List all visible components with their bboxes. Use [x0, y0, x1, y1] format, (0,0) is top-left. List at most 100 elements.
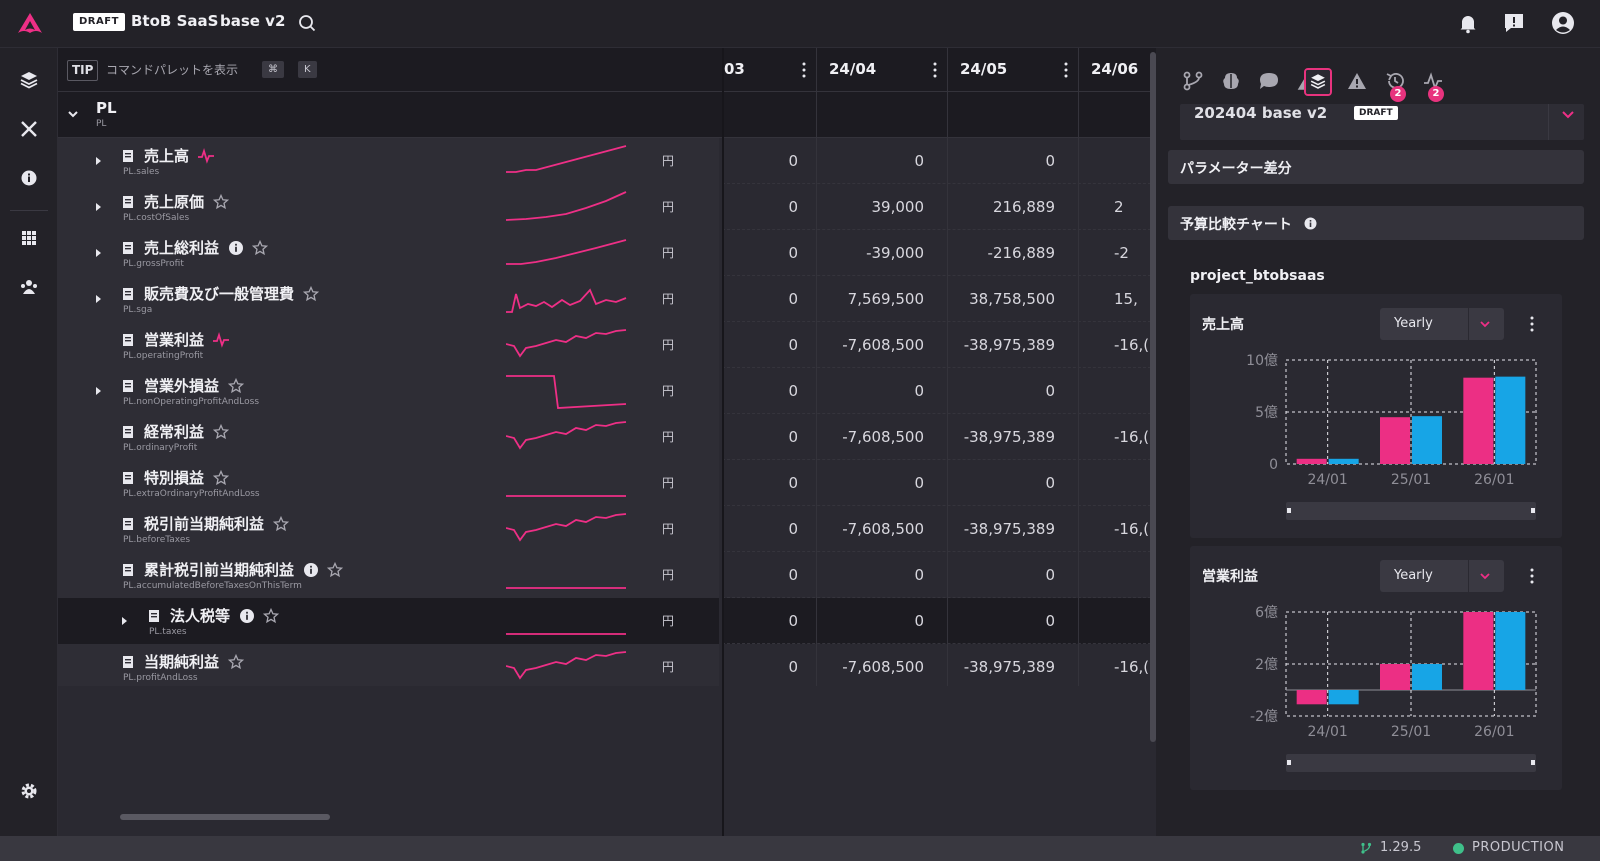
table-cell[interactable]: -38,975,389: [964, 428, 1055, 446]
table-cell[interactable]: -16,(: [1114, 520, 1149, 538]
table-cell[interactable]: -16,(: [1114, 336, 1149, 354]
table-cell[interactable]: 0: [914, 612, 924, 630]
table-cell[interactable]: 0: [788, 336, 798, 354]
star-icon[interactable]: [327, 562, 343, 578]
row-header[interactable]: 累計税引前当期純利益 PL.accumulatedBeforeTaxesOnThi…: [58, 552, 719, 598]
expand-caret-icon[interactable]: [120, 616, 128, 626]
period-select[interactable]: Yearly: [1380, 308, 1504, 340]
pulse-icon[interactable]: [198, 148, 214, 164]
table-cell[interactable]: 2: [1114, 198, 1124, 216]
table-cell[interactable]: 7,569,500: [848, 290, 924, 308]
more-vertical-icon[interactable]: [1530, 316, 1534, 332]
table-cell[interactable]: -216,889: [988, 244, 1055, 262]
table-cell[interactable]: 0: [1045, 382, 1055, 400]
expand-caret-icon[interactable]: [94, 294, 102, 304]
info-icon[interactable]: [239, 608, 255, 624]
star-icon[interactable]: [213, 194, 229, 210]
row-header[interactable]: 税引前当期純利益 PL.beforeTaxes 円: [58, 506, 719, 552]
more-vertical-icon[interactable]: [933, 62, 937, 78]
table-cell[interactable]: -2: [1114, 244, 1129, 262]
expand-caret-icon[interactable]: [94, 386, 102, 396]
row-header[interactable]: 売上原価 PL.costOfSales 円: [58, 184, 719, 230]
row-header[interactable]: 経常利益 PL.ordinaryProfit 円: [58, 414, 719, 460]
frozen-pane-divider[interactable]: [722, 48, 724, 836]
tools-icon[interactable]: [19, 119, 39, 139]
table-row[interactable]: 税引前当期純利益 PL.beforeTaxes 円 0 -7,608,500 -38,97…: [58, 506, 1156, 552]
layers-icon[interactable]: [19, 70, 39, 90]
brain-icon[interactable]: [1220, 70, 1242, 92]
search-icon[interactable]: [298, 14, 316, 32]
table-cell[interactable]: 0: [914, 566, 924, 584]
account-icon[interactable]: [1551, 11, 1575, 35]
bell-icon[interactable]: [1456, 11, 1480, 35]
table-cell[interactable]: -16,(: [1114, 658, 1149, 676]
column-header[interactable]: 24/06: [1078, 48, 1156, 92]
table-row[interactable]: 売上原価 PL.costOfSales 円 0 39,000 216,889 2: [58, 184, 1156, 230]
table-cell[interactable]: 0: [788, 520, 798, 538]
budget-chart-section[interactable]: 予算比較チャート: [1168, 206, 1584, 240]
info-icon[interactable]: [303, 562, 319, 578]
period-select[interactable]: Yearly: [1380, 560, 1504, 592]
star-icon[interactable]: [213, 470, 229, 486]
group-row-pl[interactable]: PL PL: [58, 92, 1156, 138]
table-cell[interactable]: 0: [914, 152, 924, 170]
expand-caret-icon[interactable]: [94, 156, 102, 166]
row-header[interactable]: 当期純利益 PL.profitAndLoss 円: [58, 644, 719, 690]
row-header[interactable]: 販売費及び一般管理費 PL.sga 円: [58, 276, 719, 322]
info-icon[interactable]: [1304, 217, 1317, 230]
table-row[interactable]: 売上高 PL.sales 円 0 0 0: [58, 138, 1156, 184]
table-row[interactable]: 販売費及び一般管理費 PL.sga 円 0 7,569,500 38,758,500 15,: [58, 276, 1156, 322]
table-row[interactable]: 営業外損益 PL.nonOperatingProfitAndLoss 円 0 0 0: [58, 368, 1156, 414]
table-cell[interactable]: -7,608,500: [842, 336, 924, 354]
table-cell[interactable]: 216,889: [993, 198, 1055, 216]
grid-icon[interactable]: [19, 228, 39, 248]
table-cell[interactable]: 0: [788, 658, 798, 676]
table-row[interactable]: 営業利益 PL.operatingProfit 円 0 -7,608,500 -38,97…: [58, 322, 1156, 368]
more-vertical-icon[interactable]: [1064, 62, 1068, 78]
table-cell[interactable]: 0: [788, 428, 798, 446]
table-cell[interactable]: 15,: [1114, 290, 1138, 308]
chevron-down-icon[interactable]: [1562, 110, 1574, 120]
more-vertical-icon[interactable]: [802, 62, 806, 78]
table-cell[interactable]: 0: [914, 474, 924, 492]
table-cell[interactable]: 39,000: [872, 198, 925, 216]
table-row[interactable]: 当期純利益 PL.profitAndLoss 円 0 -7,608,500 -38,975…: [58, 644, 1156, 690]
table-cell[interactable]: 0: [788, 474, 798, 492]
table-cell[interactable]: -38,975,389: [964, 658, 1055, 676]
star-icon[interactable]: [213, 424, 229, 440]
table-cell[interactable]: 0: [1045, 152, 1055, 170]
expand-caret-icon[interactable]: [94, 202, 102, 212]
project-title[interactable]: BtoB SaaS: [131, 12, 218, 30]
info-icon[interactable]: [19, 168, 39, 188]
column-header[interactable]: 24/04: [816, 48, 947, 92]
column-header[interactable]: 24/05: [947, 48, 1078, 92]
table-cell[interactable]: 0: [788, 244, 798, 262]
table-cell[interactable]: -38,975,389: [964, 520, 1055, 538]
table-cell[interactable]: 0: [1045, 612, 1055, 630]
star-icon[interactable]: [228, 654, 244, 670]
table-row[interactable]: 経常利益 PL.ordinaryProfit 円 0 -7,608,500 -38,975…: [58, 414, 1156, 460]
table-cell[interactable]: -38,975,389: [964, 336, 1055, 354]
feedback-icon[interactable]: [1502, 11, 1526, 35]
table-cell[interactable]: -39,000: [866, 244, 924, 262]
row-header[interactable]: 売上総利益 PL.grossProfit 円: [58, 230, 719, 276]
table-cell[interactable]: 0: [788, 382, 798, 400]
pulse-icon[interactable]: [213, 332, 229, 348]
table-cell[interactable]: 0: [1045, 474, 1055, 492]
star-icon[interactable]: [273, 516, 289, 532]
warning-icon[interactable]: [1346, 70, 1368, 92]
scenario-title[interactable]: base v2: [220, 12, 285, 30]
table-cell[interactable]: 0: [788, 612, 798, 630]
table-cell[interactable]: -7,608,500: [842, 658, 924, 676]
column-header[interactable]: 03: [722, 48, 816, 92]
table-row[interactable]: 特別損益 PL.extraOrdinaryProfitAndLoss 円 0 0 0: [58, 460, 1156, 506]
row-header[interactable]: 売上高 PL.sales 円: [58, 138, 719, 184]
version-selector[interactable]: 202404 base v2 DRAFT: [1180, 104, 1584, 140]
comment-icon[interactable]: [1258, 70, 1280, 92]
table-cell[interactable]: 0: [1045, 566, 1055, 584]
table-cell[interactable]: -7,608,500: [842, 520, 924, 538]
star-icon[interactable]: [252, 240, 268, 256]
chevron-down-icon[interactable]: [67, 108, 79, 120]
table-cell[interactable]: -7,608,500: [842, 428, 924, 446]
horizontal-scrollbar[interactable]: [120, 814, 330, 820]
